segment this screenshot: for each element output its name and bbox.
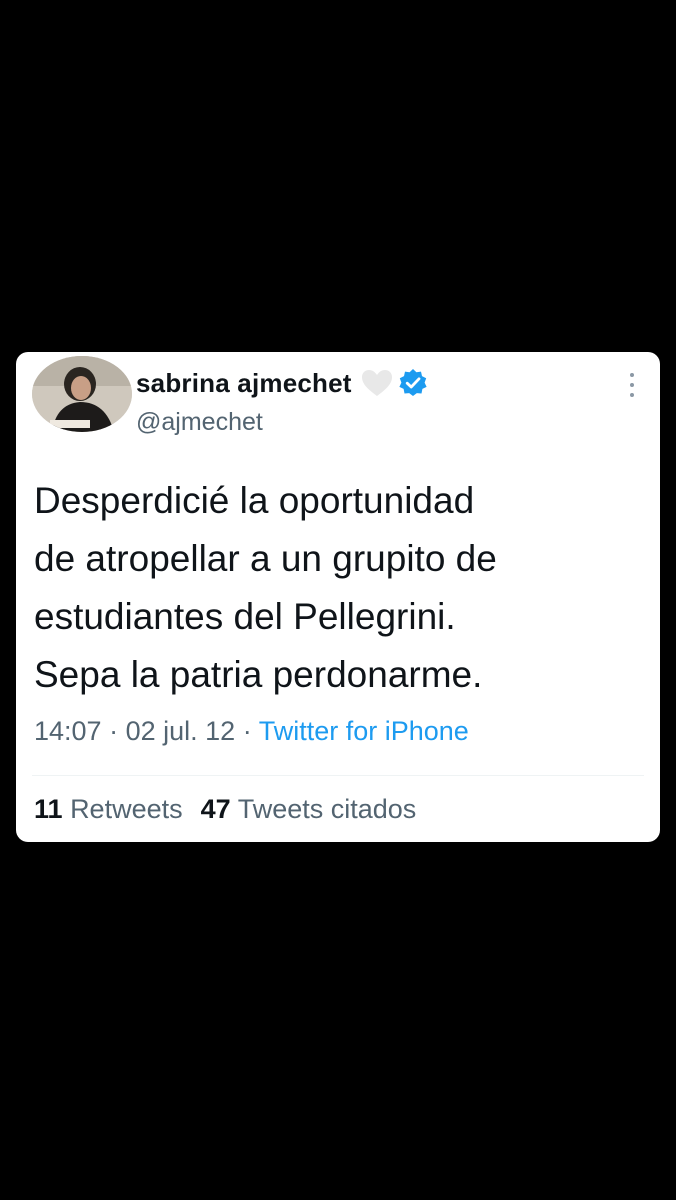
heart-icon [360,368,394,398]
quotes-label: Tweets citados [237,794,417,824]
retweets-count: 11 [34,794,63,824]
verified-icon [398,368,428,398]
tweet-text-line: de atropellar a un grupito de [34,538,497,579]
retweets-stat[interactable]: 11 Retweets [34,794,183,824]
tweet-text: Desperdicié la oportunidad de atropellar… [34,472,644,704]
meta-separator: · [109,716,119,746]
more-dot [630,393,634,397]
tweet-text-line: estudiantes del Pellegrini. [34,596,456,637]
meta-separator: · [242,716,252,746]
avatar[interactable] [32,356,132,432]
tweet-text-line: Sepa la patria perdonarme. [34,654,483,695]
tweet-stats: 11 Retweets 47 Tweets citados [34,794,416,825]
tweet-time[interactable]: 14:07 [34,716,102,746]
tweet-date[interactable]: 02 jul. 12 [126,716,236,746]
tweet-card: sabrina ajmechet @ajmechet Desperdicié l… [16,352,660,842]
author-handle[interactable]: @ajmechet [136,408,263,437]
more-dot [630,373,634,377]
tweet-text-line: Desperdicié la oportunidad [34,480,475,521]
author-name-row: sabrina ajmechet [136,366,428,400]
tweet-source-link[interactable]: Twitter for iPhone [259,716,469,746]
more-dot [630,383,634,387]
quotes-count: 47 [200,794,231,824]
quote-tweets-stat[interactable]: 47 Tweets citados [201,794,417,824]
screen-background: sabrina ajmechet @ajmechet Desperdicié l… [0,0,676,1200]
author-display-name[interactable]: sabrina ajmechet [136,368,352,399]
tweet-meta: 14:07 · 02 jul. 12 · Twitter for iPhone [34,716,469,747]
more-icon[interactable] [620,370,644,400]
divider [32,775,644,776]
retweets-label: Retweets [70,794,183,824]
